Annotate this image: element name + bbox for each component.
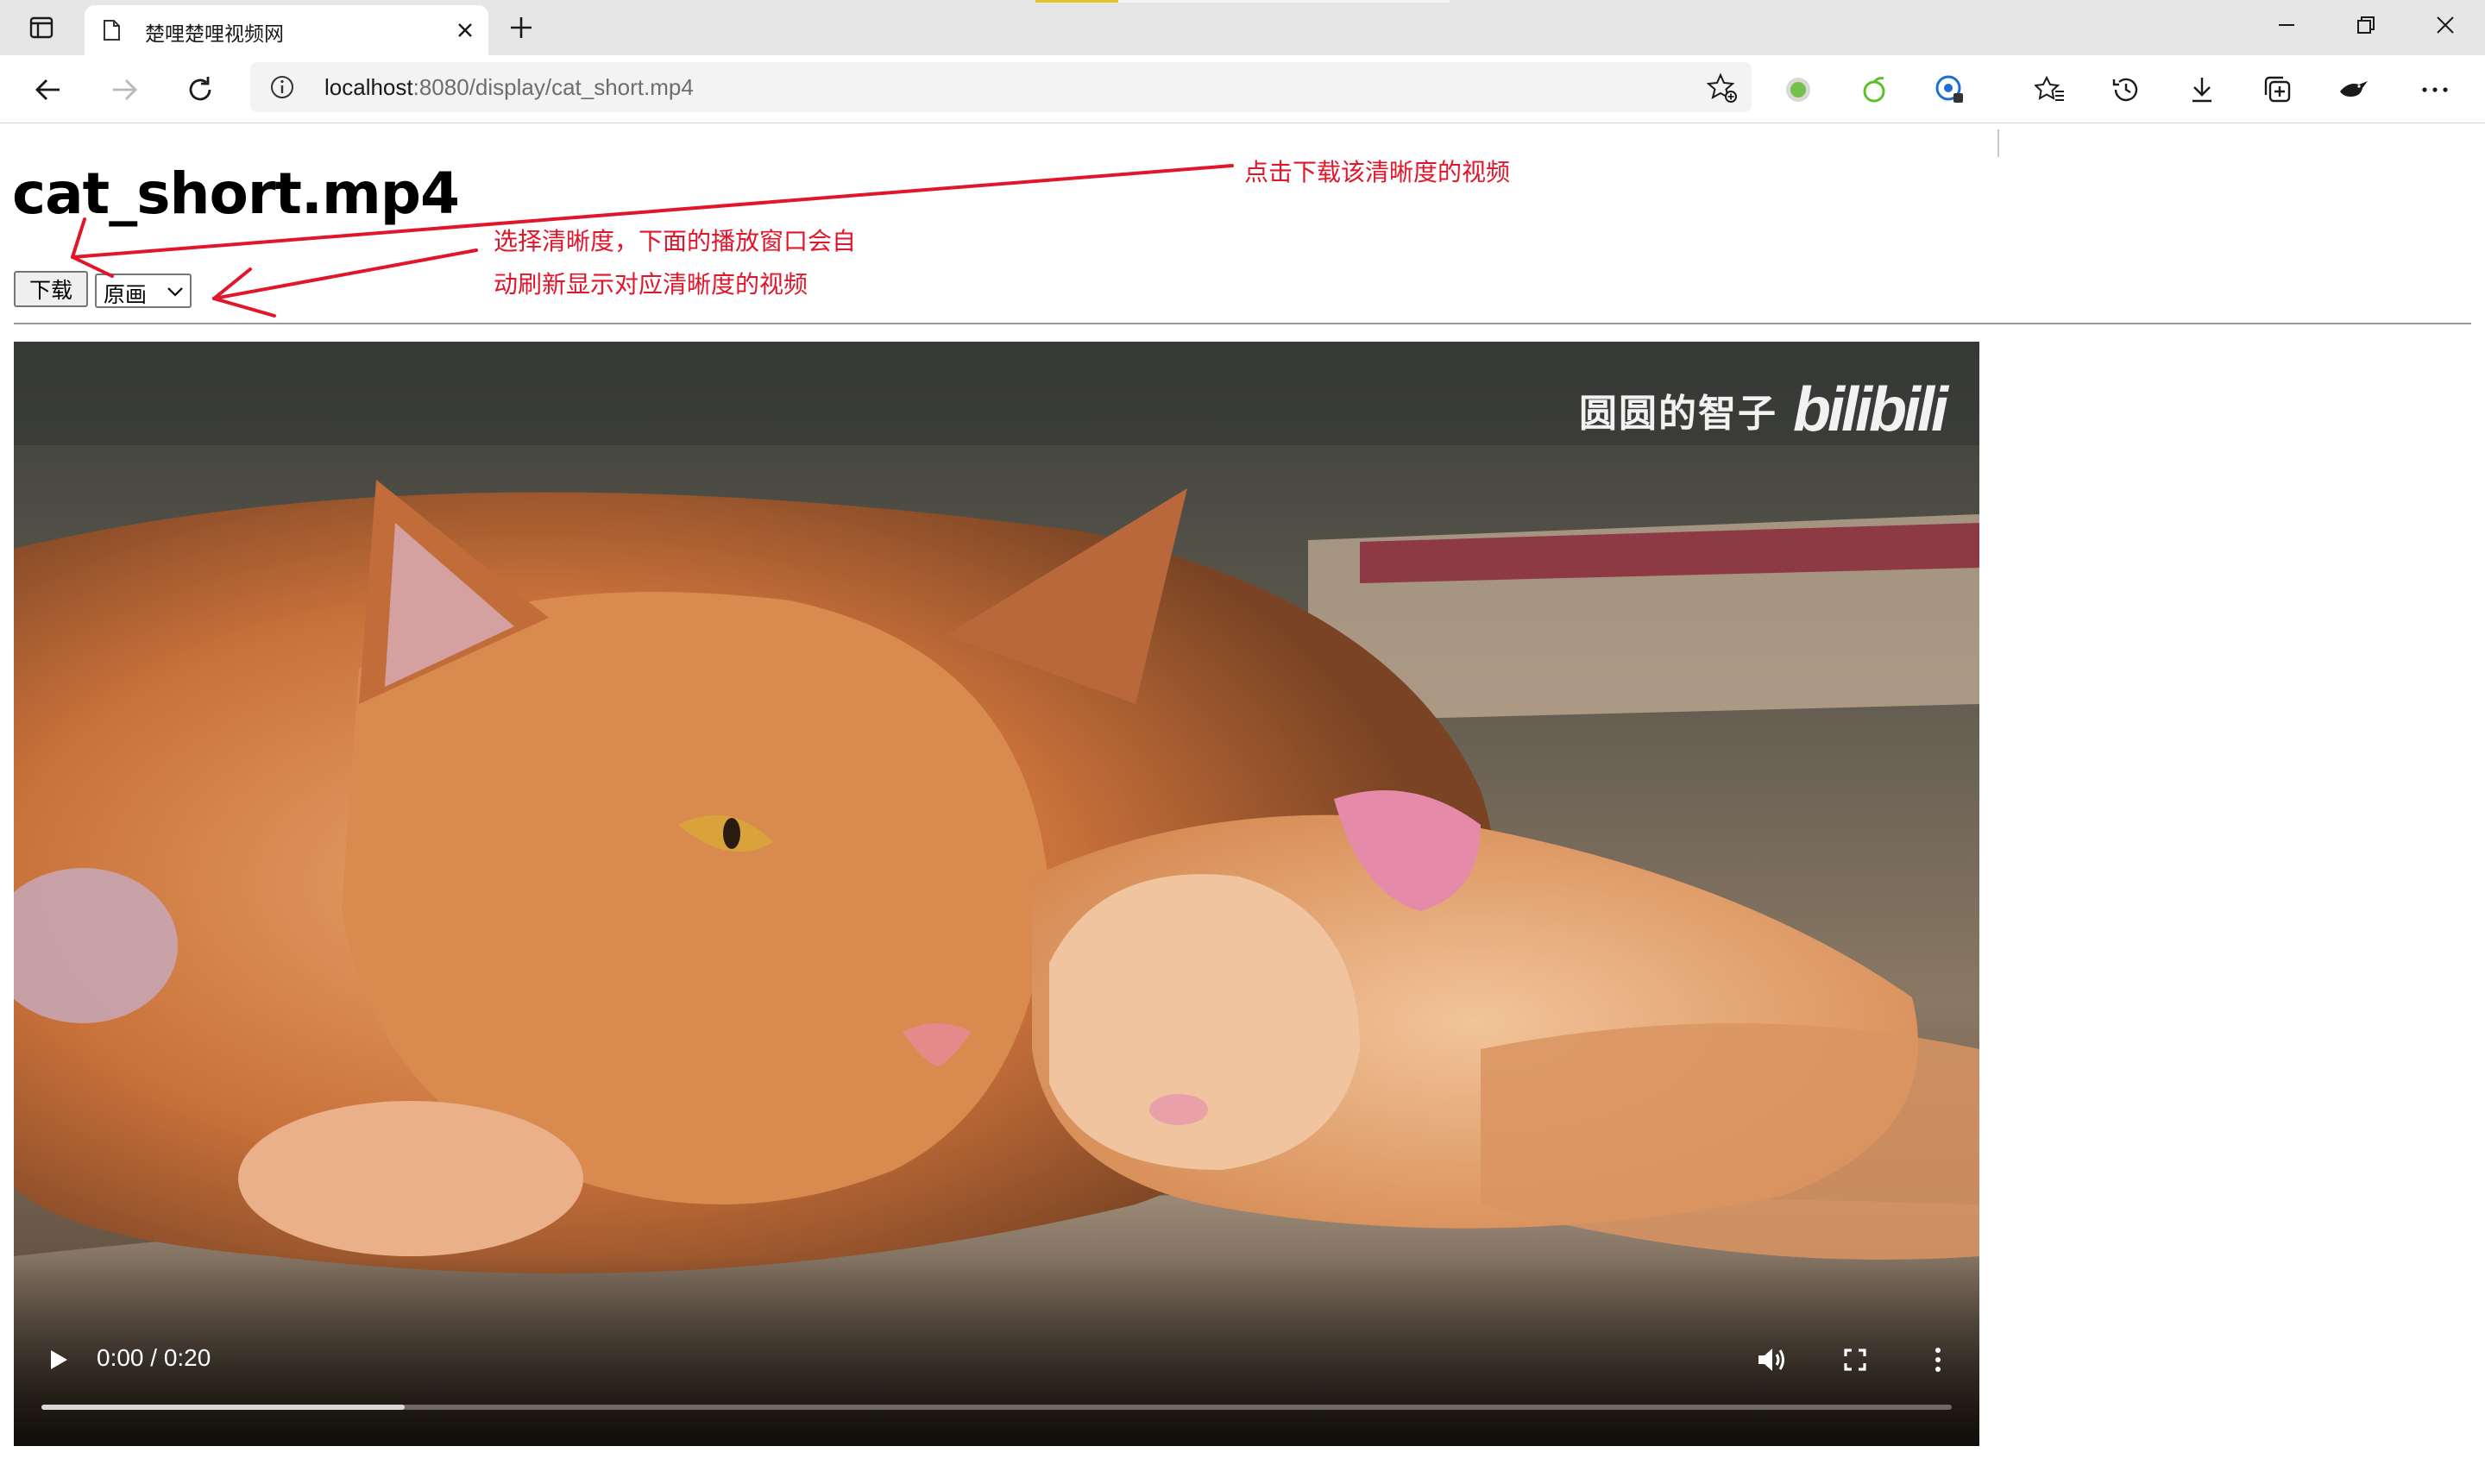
close-tab-button[interactable]: [450, 16, 480, 45]
arrow-to-quality-select: [212, 248, 478, 318]
more-icon: [2422, 87, 2448, 92]
tab-actions-icon: [29, 16, 53, 39]
loading-indicator: [1035, 0, 1118, 3]
watermark-text: 圆圆的智子: [1579, 392, 1778, 436]
loading-indicator-track: [1118, 0, 1450, 3]
plus-icon: [511, 17, 532, 38]
video-player[interactable]: 圆圆的智子 bilibili 0:00 / 0:20: [14, 342, 1979, 1446]
annotation-download-note: 点击下载该清晰度的视频: [1244, 158, 1511, 186]
address-bar[interactable]: localhost:8080/display/cat_short.mp4: [250, 62, 1752, 112]
extension-bird-icon: [2340, 81, 2368, 97]
seek-bar[interactable]: [41, 1405, 1952, 1410]
url-host: localhost: [324, 74, 413, 100]
close-icon: [458, 23, 472, 37]
close-window-icon: [2437, 16, 2454, 34]
minimize-button[interactable]: [2264, 5, 2309, 45]
annotation-select-note-line2: 动刷新显示对应清晰度的视频: [494, 270, 808, 299]
url-path: :8080/display/cat_short.mp4: [412, 74, 694, 100]
favorites-button[interactable]: [2031, 71, 2069, 109]
chevron-down-icon: [167, 287, 183, 297]
extension-bird-button[interactable]: [2335, 71, 2373, 109]
page-title: cat_short.mp4: [12, 160, 460, 227]
new-tab-button[interactable]: [504, 10, 538, 45]
forward-icon: [113, 79, 137, 100]
extension-leaf-icon: [1863, 77, 1885, 103]
fullscreen-icon: [1844, 1349, 1866, 1371]
back-button[interactable]: [29, 71, 67, 109]
video-controls-overlay: [14, 1256, 1979, 1446]
annotation-select-note-line1: 选择清晰度，下面的播放窗口会自: [494, 227, 857, 255]
document-icon: [104, 20, 120, 41]
active-tab[interactable]: 楚哩楚哩视频网: [85, 5, 488, 55]
download-button-page[interactable]: 下载: [14, 271, 88, 307]
add-favorite-button[interactable]: [1705, 71, 1740, 105]
volume-button[interactable]: [1752, 1339, 1793, 1380]
more-button[interactable]: [2416, 71, 2454, 109]
quality-select[interactable]: 原画: [95, 274, 192, 308]
url-text: localhost:8080/display/cat_short.mp4: [324, 74, 694, 101]
download-button[interactable]: [2183, 71, 2221, 109]
close-window-button[interactable]: [2423, 5, 2468, 45]
video-watermark: 圆圆的智子 bilibili: [1579, 374, 1948, 445]
tab-actions-button[interactable]: [19, 10, 64, 45]
refresh-button[interactable]: [181, 71, 219, 109]
extension-green-icon: [1786, 78, 1810, 102]
extension-leaf-button[interactable]: [1855, 71, 1893, 109]
browser-toolbar: localhost:8080/display/cat_short.mp4: [0, 55, 2485, 157]
extension-profile-button[interactable]: [1931, 71, 1969, 109]
vertical-more-icon: [1935, 1348, 1941, 1372]
tab-strip: 楚哩楚哩视频网: [0, 0, 2485, 55]
info-icon[interactable]: [269, 74, 295, 100]
buffered-progress: [41, 1405, 405, 1410]
back-icon: [35, 79, 60, 100]
extension-profile-icon: [1935, 75, 1963, 103]
history-button[interactable]: [2107, 71, 2145, 109]
collections-button[interactable]: [2259, 71, 2297, 109]
volume-icon: [1758, 1349, 1784, 1371]
favorites-icon: [2035, 75, 2064, 101]
restore-button[interactable]: [2343, 5, 2388, 45]
add-favorite-icon: [1707, 72, 1737, 103]
quality-select-value: 原画: [104, 282, 148, 307]
bilibili-logo: bilibili: [1793, 375, 1948, 444]
extension-green-button[interactable]: [1779, 71, 1817, 109]
download-icon: [2192, 78, 2211, 103]
history-icon: [2112, 78, 2138, 102]
minimize-icon: [2279, 24, 2294, 26]
collections-icon: [2264, 76, 2291, 103]
tab-title: 楚哩楚哩视频网: [145, 23, 284, 46]
restore-icon: [2357, 16, 2375, 34]
forward-button[interactable]: [105, 71, 143, 109]
play-button[interactable]: [38, 1339, 79, 1380]
time-display: 0:00 / 0:20: [97, 1344, 211, 1371]
divider: [14, 323, 2471, 324]
video-more-options-button[interactable]: [1917, 1339, 1959, 1380]
refresh-icon: [189, 77, 211, 101]
toolbar-separator: [1997, 129, 1999, 157]
fullscreen-button[interactable]: [1834, 1339, 1876, 1380]
play-icon: [51, 1350, 67, 1369]
